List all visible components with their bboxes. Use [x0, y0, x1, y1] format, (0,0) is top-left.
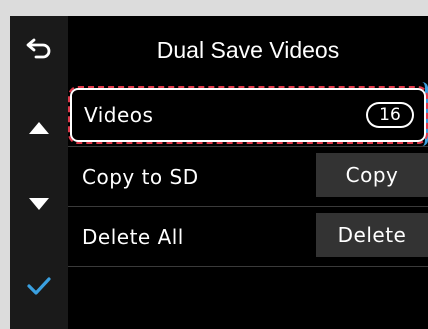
videos-label: Videos: [84, 103, 154, 127]
sidebar-rail: [10, 16, 68, 329]
camera-screen: Dual Save Videos Videos 16 Copy to SD Co…: [10, 16, 428, 329]
videos-count: 16: [368, 104, 412, 126]
triangle-down-icon: [29, 198, 49, 210]
back-button[interactable]: [10, 16, 68, 80]
delete-all-row: Delete All Delete: [68, 206, 428, 266]
confirm-button[interactable]: [10, 264, 68, 308]
scroll-down-button[interactable]: [10, 180, 68, 228]
delete-button[interactable]: Delete: [316, 213, 428, 257]
page-title: Dual Save Videos: [156, 36, 340, 63]
back-arrow-icon: [26, 38, 51, 59]
delete-all-label: Delete All: [82, 224, 184, 249]
videos-count-badge: 16: [366, 102, 414, 128]
checkmark-icon: [27, 277, 51, 295]
triangle-up-icon: [29, 122, 49, 134]
scroll-up-button[interactable]: [10, 104, 68, 152]
copy-button[interactable]: Copy: [316, 153, 428, 197]
empty-row: [68, 266, 428, 329]
copy-to-sd-label: Copy to SD: [82, 164, 199, 189]
videos-row[interactable]: Videos 16: [68, 86, 428, 144]
copy-to-sd-row: Copy to SD Copy: [68, 146, 428, 206]
